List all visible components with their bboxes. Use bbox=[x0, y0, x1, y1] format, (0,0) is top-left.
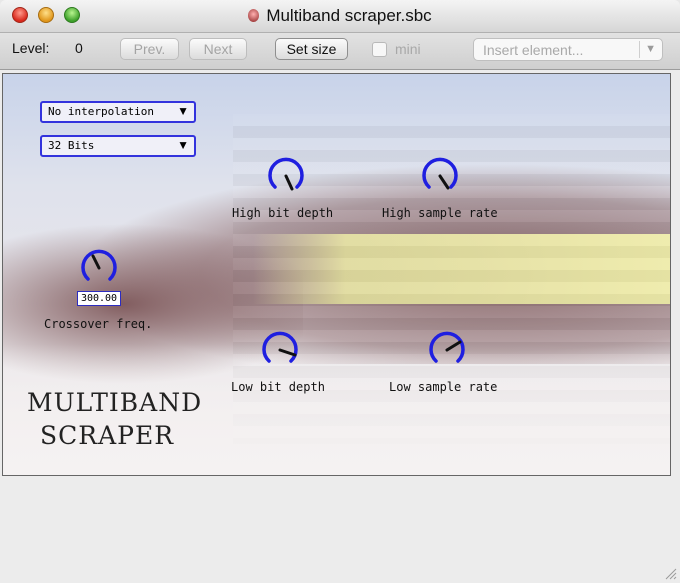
low-sample-rate-knob[interactable] bbox=[427, 330, 467, 370]
window-title: Multiband scraper.sbc bbox=[266, 6, 432, 25]
level-label: Level: bbox=[12, 40, 50, 56]
title-area: Multiband scraper.sbc bbox=[0, 6, 680, 26]
title-bar: Multiband scraper.sbc bbox=[0, 0, 680, 33]
logo-line-1: MULTIBAND bbox=[27, 388, 203, 417]
crossover-value-field[interactable]: 300.00 bbox=[77, 291, 121, 306]
document-icon bbox=[248, 9, 260, 22]
level-value: 0 bbox=[75, 40, 83, 56]
bit-depth-select[interactable]: 32 Bits ▼ bbox=[40, 135, 196, 157]
logo-line-2: SCRAPER bbox=[39, 421, 175, 450]
product-logo: MULTIBAND SCRAPER bbox=[27, 386, 203, 452]
mini-label: mini bbox=[395, 41, 421, 57]
dropdown-arrow-icon: ▼ bbox=[177, 138, 189, 152]
app-window: Multiband scraper.sbc Level: 0 Prev. Nex… bbox=[0, 0, 680, 583]
next-button[interactable]: Next bbox=[189, 38, 247, 60]
insert-element-dropdown[interactable]: Insert element... ▼ bbox=[473, 38, 663, 61]
low-sample-rate-label: Low sample rate bbox=[389, 380, 498, 394]
interpolation-value: No interpolation bbox=[48, 105, 154, 118]
mini-checkbox[interactable] bbox=[372, 42, 387, 57]
crossover-freq-label: Crossover freq. bbox=[44, 317, 153, 331]
instrument-canvas: No interpolation ▼ 32 Bits ▼ High bit de… bbox=[2, 73, 671, 476]
dropdown-divider bbox=[639, 41, 640, 58]
high-bit-depth-label: High bit depth bbox=[232, 206, 334, 220]
resize-grip-icon[interactable] bbox=[663, 566, 677, 580]
high-sample-rate-knob[interactable] bbox=[420, 156, 460, 196]
crossover-freq-knob[interactable] bbox=[79, 248, 119, 288]
prev-button[interactable]: Prev. bbox=[120, 38, 179, 60]
interpolation-select[interactable]: No interpolation ▼ bbox=[40, 101, 196, 123]
dropdown-arrow-icon: ▼ bbox=[177, 104, 189, 118]
chevron-down-icon: ▼ bbox=[645, 43, 656, 55]
bit-depth-value: 32 Bits bbox=[48, 139, 95, 152]
insert-element-placeholder: Insert element... bbox=[483, 42, 584, 58]
low-bit-depth-knob[interactable] bbox=[260, 330, 300, 370]
set-size-button[interactable]: Set size bbox=[275, 38, 348, 60]
high-bit-depth-knob[interactable] bbox=[266, 156, 306, 196]
low-bit-depth-label: Low bit depth bbox=[231, 380, 325, 394]
high-sample-rate-label: High sample rate bbox=[382, 206, 498, 220]
toolbar: Level: 0 Prev. Next Set size mini Insert… bbox=[0, 33, 680, 70]
